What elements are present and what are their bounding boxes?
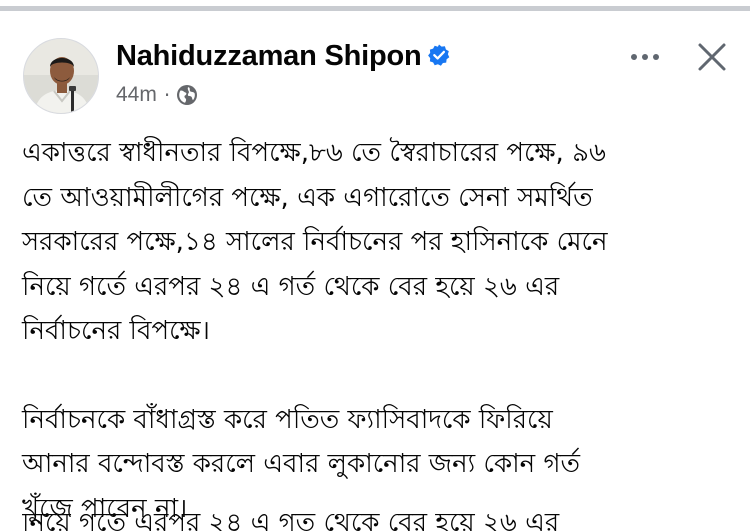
post-line: নিয়ে গর্তে এরপর ২৪ এ গর্ত থেকে বের হয়ে…: [22, 271, 560, 302]
more-dot: [642, 54, 648, 60]
post-line: নির্বাচনের বিপক্ষে।: [22, 316, 210, 346]
author-avatar[interactable]: [23, 38, 99, 114]
top-edge: [0, 0, 750, 14]
cut-off-text: নিয়ে গর্তে এরপর ২৪ এ গর্ত থেকে বের হয়ে…: [22, 514, 560, 531]
post-line: তে আওয়ামীলীগের পক্ষে, এক এগারোতে সেনা স…: [22, 182, 593, 213]
more-horizontal-icon: [631, 54, 637, 60]
post-line: সরকারের পক্ষে,১৪ সালের নির্বাচনের পর হাস…: [22, 227, 608, 257]
more-options-button[interactable]: [622, 42, 668, 72]
cut-off-line: নিয়ে গর্তে এরপর ২৪ এ গর্ত থেকে বের হয়ে…: [22, 514, 737, 531]
post-line: আনার বন্দোবস্ত করলে এবার লুকানোর জন্য কো…: [22, 449, 581, 479]
globe-icon[interactable]: [176, 84, 198, 106]
post-meta: 44m ·: [116, 82, 198, 108]
post-timestamp[interactable]: 44m: [116, 83, 157, 107]
author-name[interactable]: Nahiduzzaman Shipon: [116, 40, 422, 73]
post-text: একাত্তরে স্বাধীনতার বিপক্ষে,৮৬ তে স্বৈরা…: [22, 131, 737, 531]
more-dot: [653, 54, 659, 60]
meta-separator: ·: [163, 83, 171, 107]
avatar-image: [24, 39, 98, 113]
post-line: একাত্তরে স্বাধীনতার বিপক্ষে,৮৬ তে স্বৈরা…: [22, 138, 606, 168]
post-line: নির্বাচনকে বাঁধাগ্রস্ত করে পতিত ফ্যাসিবা…: [22, 404, 553, 435]
close-icon[interactable]: [695, 40, 729, 74]
verified-badge-icon: [428, 44, 450, 66]
top-divider: [0, 6, 750, 11]
